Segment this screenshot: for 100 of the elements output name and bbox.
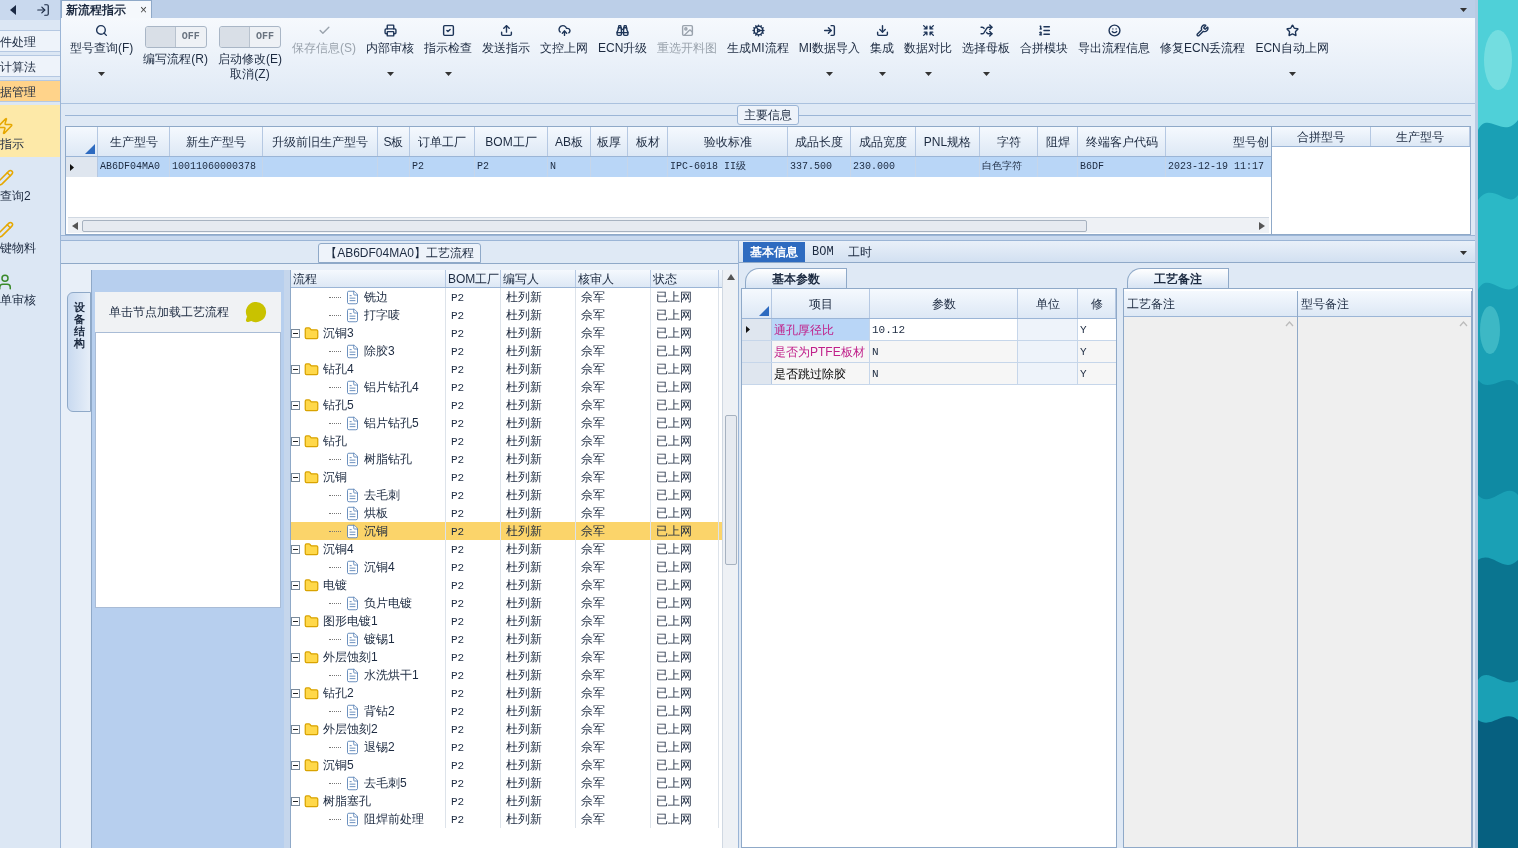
collapse-toggle-icon[interactable] — [291, 544, 300, 554]
toolbar-button[interactable]: 合拼模块 — [1015, 21, 1074, 91]
horizontal-scrollbar[interactable] — [68, 217, 1269, 233]
notes-field[interactable] — [1298, 317, 1471, 847]
sidebar-item[interactable]: 单审核 — [0, 261, 60, 313]
toolbar-button[interactable]: 指示检查 — [419, 21, 477, 91]
tree-row[interactable]: 钻孔4 P2 杜列新 佘军 已上网 — [291, 360, 722, 378]
column-header[interactable]: AB板 — [548, 127, 591, 156]
column-header[interactable]: 工艺备注 — [1124, 291, 1297, 317]
tab[interactable]: 工艺备注 — [1127, 268, 1229, 288]
vertical-tab[interactable]: 设备结构 — [67, 292, 91, 412]
toggle-switch[interactable]: OFF — [144, 26, 207, 48]
toolbar-button[interactable]: 数据对比 — [899, 21, 958, 91]
column-header[interactable]: 板材 — [628, 127, 668, 156]
collapse-toggle-icon[interactable] — [291, 328, 300, 338]
tree-row[interactable]: 沉铜3 P2 杜列新 佘军 已上网 — [291, 324, 722, 342]
scroll-left-icon[interactable] — [72, 221, 78, 230]
collapse-toggle-icon[interactable] — [291, 400, 300, 410]
table-row[interactable]: 是否为PTFE板材 N Y — [742, 341, 1116, 363]
tree-row[interactable]: 沉铜 P2 杜列新 佘军 已上网 — [291, 468, 722, 486]
column-header[interactable]: 成品宽度 — [851, 127, 916, 156]
column-header[interactable]: BOM工厂 — [475, 127, 548, 156]
toolbar-button[interactable]: ECN升级 — [593, 21, 653, 91]
tree-row[interactable]: 沉铜 P2 杜列新 佘军 已上网 — [291, 522, 722, 540]
tree-row[interactable]: 图形电镀1 P2 杜列新 佘军 已上网 — [291, 612, 722, 630]
tab[interactable]: BOM — [805, 242, 841, 262]
column-header[interactable]: 项目 — [772, 289, 870, 318]
tree-row[interactable]: 钻孔 P2 杜列新 佘军 已上网 — [291, 432, 722, 450]
sidebar-item[interactable]: 指示 — [0, 105, 60, 157]
tree-row[interactable]: 沉铜5 P2 杜列新 佘军 已上网 — [291, 756, 722, 774]
column-header[interactable]: 状态 — [651, 270, 719, 287]
toolbar-button[interactable]: ECN自动上网 — [1250, 21, 1334, 91]
collapse-toggle-icon[interactable] — [291, 580, 300, 590]
column-header[interactable]: 阻焊 — [1038, 127, 1078, 156]
close-button[interactable]: × — [140, 3, 147, 16]
collapse-toggle-icon[interactable] — [291, 724, 300, 734]
collapse-toggle-icon[interactable] — [291, 364, 300, 374]
column-header[interactable]: 验收标准 — [668, 127, 788, 156]
column-header[interactable]: 板厚 — [591, 127, 628, 156]
column-header[interactable]: 编写人 — [501, 270, 576, 287]
column-header[interactable]: 修 — [1078, 289, 1116, 318]
column-header[interactable]: 合拼型号 — [1272, 127, 1371, 146]
column-header[interactable]: 终端客户代码 — [1078, 127, 1166, 156]
scroll-up-icon[interactable] — [726, 274, 735, 280]
scroll-thumb[interactable] — [724, 415, 737, 565]
column-header[interactable]: 核审人 — [576, 270, 651, 287]
tab[interactable]: 基本信息 — [743, 242, 805, 262]
column-header[interactable]: S板 — [378, 127, 410, 156]
tab[interactable]: 基本参数 — [745, 268, 847, 288]
collapse-toggle-icon[interactable] — [291, 652, 300, 662]
collapse-toggle-icon[interactable] — [291, 760, 300, 770]
vertical-scrollbar[interactable] — [722, 270, 738, 848]
collapse-toggle-icon[interactable] — [291, 472, 300, 482]
sidebar-group[interactable]: 据管理 — [0, 80, 60, 102]
tree-row[interactable]: 外层蚀刻2 P2 杜列新 佘军 已上网 — [291, 720, 722, 738]
collapse-toggle-icon[interactable] — [291, 796, 300, 806]
column-header[interactable]: PNL规格 — [916, 127, 980, 156]
tree-row[interactable]: 钻孔2 P2 杜列新 佘军 已上网 — [291, 684, 722, 702]
column-header[interactable]: 生产型号 — [98, 127, 170, 156]
toggle-switch[interactable]: OFF — [219, 26, 281, 48]
collapse-toggle-icon[interactable] — [291, 688, 300, 698]
toolbar-button[interactable]: 导出流程信息 — [1073, 21, 1156, 91]
toolbar-button[interactable]: MI数据导入 — [793, 21, 866, 91]
scroll-right-icon[interactable] — [1259, 221, 1265, 230]
column-header[interactable]: 型号备注 — [1298, 291, 1471, 317]
toolbar-button[interactable]: 发送指示 — [477, 21, 535, 91]
toolbar-button[interactable]: 内部审核 — [361, 21, 419, 91]
sidebar-group[interactable]: 件处理 — [0, 30, 60, 52]
tree-row[interactable]: 外层蚀刻1 P2 杜列新 佘军 已上网 — [291, 648, 722, 666]
back-arrow-icon[interactable] — [10, 5, 16, 15]
column-header[interactable]: 成品长度 — [788, 127, 851, 156]
column-header[interactable]: 字符 — [980, 127, 1038, 156]
column-header[interactable]: 升级前旧生产型号 — [263, 127, 378, 156]
toolbar-button[interactable]: 选择母板 — [957, 21, 1016, 91]
column-header[interactable]: BOM工厂 — [446, 270, 501, 287]
table-row[interactable]: 是否跳过除胶 N Y — [742, 363, 1116, 385]
document-tab[interactable]: 新流程指示 × — [61, 0, 152, 18]
column-header[interactable]: 订单工厂 — [410, 127, 475, 156]
tree-row[interactable]: 电镀 P2 杜列新 佘军 已上网 — [291, 576, 722, 594]
login-icon[interactable] — [36, 3, 50, 17]
collapse-toggle-icon[interactable] — [291, 616, 300, 626]
sidebar-group[interactable]: 计算法 — [0, 55, 60, 77]
toolbar-button[interactable]: 集成 — [865, 21, 900, 91]
table-row[interactable]: 通孔厚径比 10.12 Y — [742, 319, 1116, 341]
sidebar-item[interactable]: 查询2 — [0, 157, 60, 209]
column-header[interactable]: 新生产型号 — [170, 127, 263, 156]
notes-field[interactable] — [1124, 317, 1297, 847]
tree-row[interactable]: 树脂塞孔 P2 杜列新 佘军 已上网 — [291, 792, 722, 810]
toolbar-button[interactable]: 修复ECN丢流程 — [1155, 21, 1251, 91]
tree-row[interactable]: 沉铜4 P2 杜列新 佘军 已上网 — [291, 540, 722, 558]
table-row[interactable]: AB6DF04MA0 10011060000378 P2 P2 N IPC-6018 II级 337.500 230.000 白色字符 B6DF 2023-12-19 11:17 — [66, 157, 1271, 177]
scroll-thumb[interactable] — [82, 219, 1087, 232]
column-header[interactable]: 流程 — [291, 270, 446, 287]
toolbar-button[interactable]: 文控上网 — [535, 21, 593, 91]
tab[interactable]: 工时 — [840, 242, 879, 262]
column-header[interactable]: 单位 — [1018, 289, 1078, 318]
collapse-toggle-icon[interactable] — [291, 436, 300, 446]
tree-row[interactable]: 钻孔5 P2 杜列新 佘军 已上网 — [291, 396, 722, 414]
column-header[interactable]: 参数 — [870, 289, 1018, 318]
toolbar-button[interactable]: 生成MI流程 — [722, 21, 794, 91]
